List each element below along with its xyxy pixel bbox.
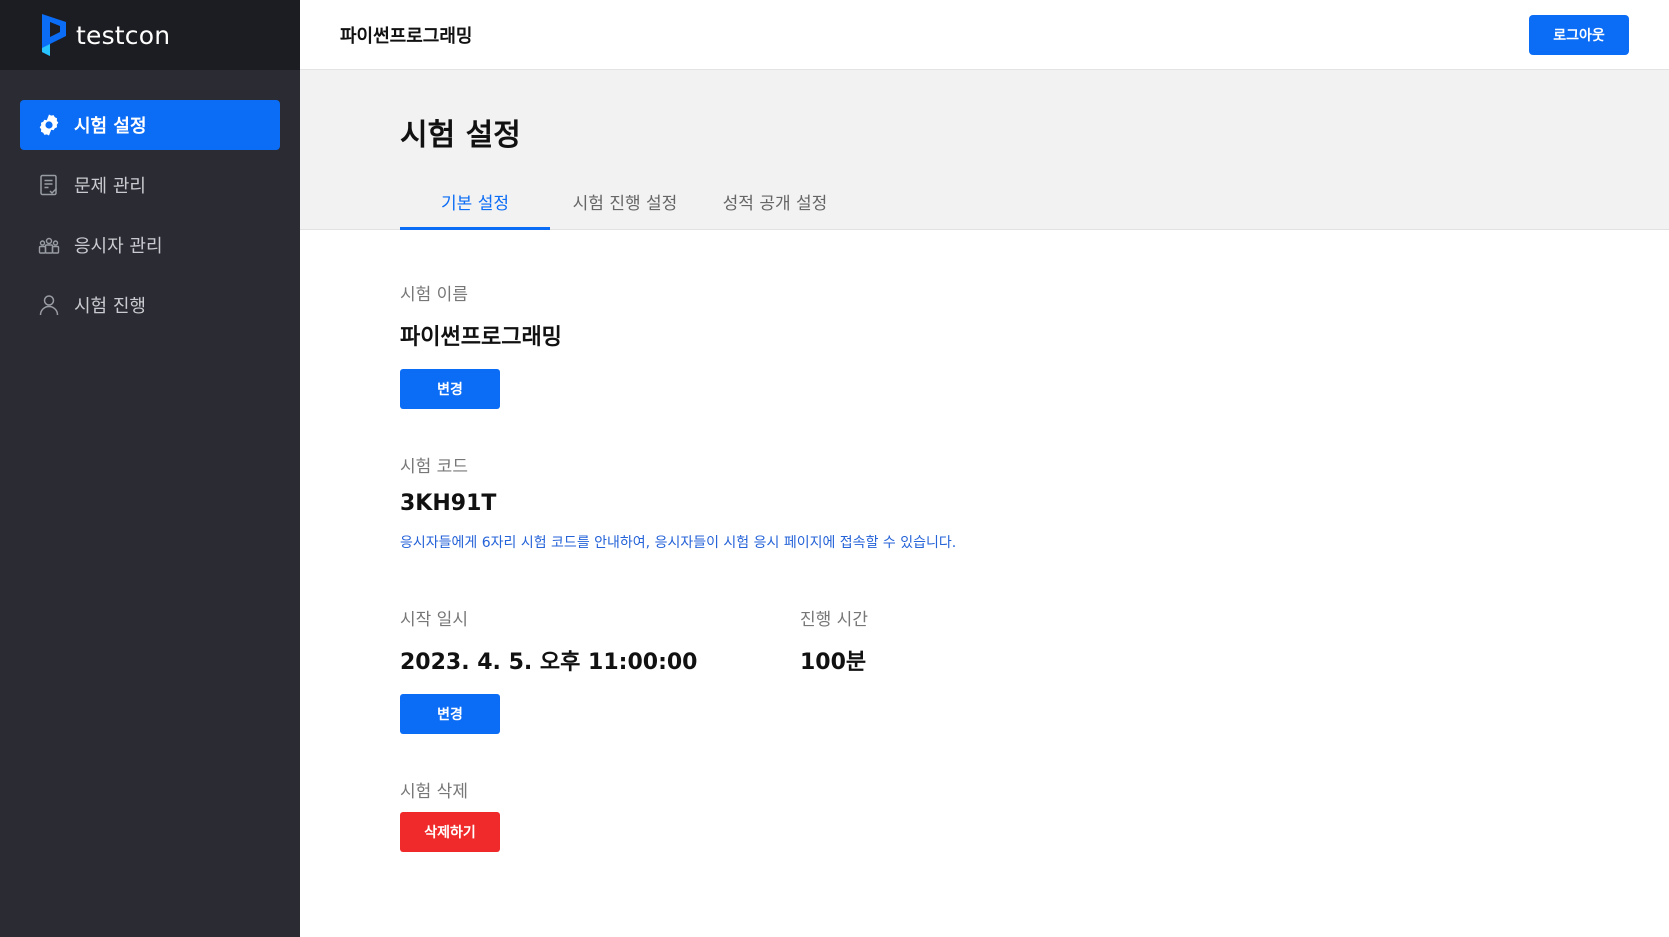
exam-name-section: 시험 이름 파이썬프로그래밍 변경 [400,280,562,409]
exam-title: 파이썬프로그래밍 [340,26,473,47]
delete-exam-button[interactable]: 삭제하기 [400,812,500,852]
sidebar-item-label: 시험 진행 [74,296,146,317]
exam-code-label: 시험 코드 [400,457,468,477]
sidebar-item-exam-settings[interactable]: 시험 설정 [20,100,280,150]
brand-name: testcon [76,20,171,50]
delete-section: 시험 삭제 삭제하기 [400,777,500,852]
sidebar-item-label: 응시자 관리 [74,236,163,257]
testcon-logo-icon [42,14,66,56]
sidebar-item-examinee-management[interactable]: 응시자 관리 [20,220,280,270]
sidebar-item-label: 시험 설정 [74,116,147,137]
logout-button[interactable]: 로그아웃 [1529,15,1629,55]
page-title: 시험 설정 [400,118,521,153]
group-icon [36,232,62,258]
gear-icon [36,112,62,138]
change-start-time-button[interactable]: 변경 [400,694,500,734]
exam-name-label: 시험 이름 [400,285,468,305]
settings-tabs: 기본 설정 시험 진행 설정 성적 공개 설정 [400,186,850,230]
topbar: 파이썬프로그래밍 로그아웃 [300,0,1669,70]
tab-exam-progress-settings[interactable]: 시험 진행 설정 [550,186,700,230]
sidebar-item-exam-progress[interactable]: 시험 진행 [20,280,280,330]
exam-code-value: 3KH91T [400,491,497,516]
duration-value: 100분 [800,650,867,675]
exam-name-value: 파이썬프로그래밍 [400,325,562,350]
exam-code-section: 시험 코드 3KH91T 응시자들에게 6자리 시험 코드를 안내하여, 응시자… [400,452,1500,552]
page-header: 시험 설정 기본 설정 시험 진행 설정 성적 공개 설정 [300,70,1669,230]
change-exam-name-button[interactable]: 변경 [400,369,500,409]
person-icon [36,292,62,318]
delete-label: 시험 삭제 [400,782,468,802]
sidebar-nav: 시험 설정 문제 관리 응시자 관리 시험 진행 [0,70,300,330]
start-time-section: 시작 일시 2023. 4. 5. 오후 11:00:00 변경 [400,605,697,734]
sidebar: testcon 시험 설정 문제 관리 응시자 관리 시험 진행 [0,0,300,937]
duration-section: 진행 시간 100분 [800,605,868,676]
tab-basic-settings[interactable]: 기본 설정 [400,186,550,230]
document-check-icon [36,172,62,198]
start-time-label: 시작 일시 [400,610,468,630]
start-time-value: 2023. 4. 5. 오후 11:00:00 [400,650,698,675]
brand[interactable]: testcon [0,0,300,70]
exam-code-hint: 응시자들에게 6자리 시험 코드를 안내하여, 응시자들이 시험 응시 페이지에… [400,535,957,551]
tab-score-release-settings[interactable]: 성적 공개 설정 [700,186,850,230]
sidebar-item-problem-management[interactable]: 문제 관리 [20,160,280,210]
duration-label: 진행 시간 [800,610,868,630]
sidebar-item-label: 문제 관리 [74,176,146,197]
